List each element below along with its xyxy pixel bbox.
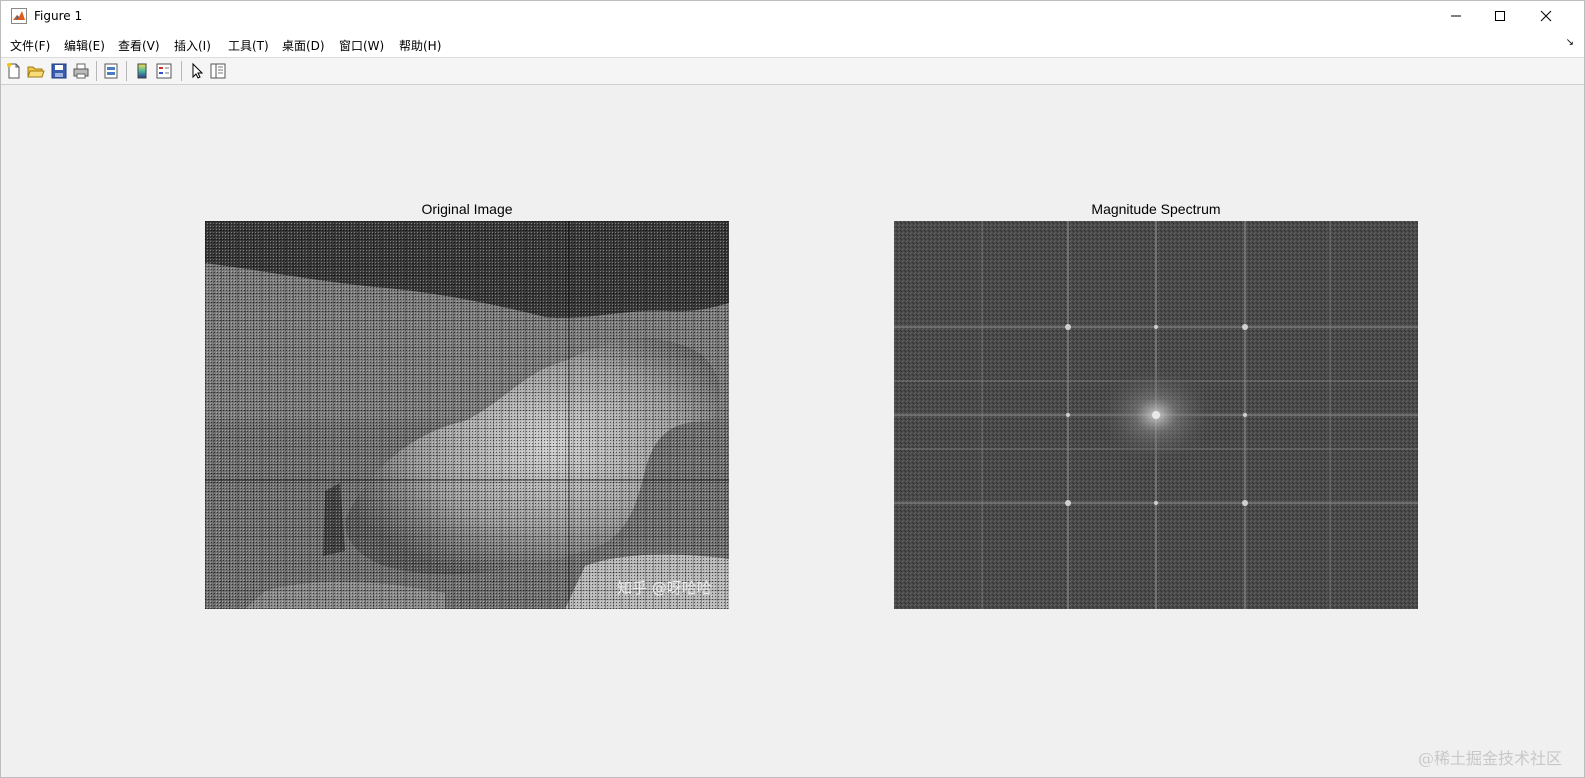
magnitude-spectrum-image [894,221,1418,609]
save-icon[interactable] [50,62,68,80]
toolbar-separator [96,61,97,81]
toolbar-separator [126,61,127,81]
window-title: Figure 1 [34,9,83,23]
original-image-title: Original Image [421,201,513,217]
magnitude-spectrum-axes[interactable] [894,221,1418,609]
menu-bar: 文件(F) 编辑(E) 查看(V) 插入(I) 工具(T) 桌面(D) 窗口(W… [1,31,1584,58]
new-figure-icon[interactable] [5,62,23,80]
toolbar [1,58,1584,85]
menu-tools[interactable]: 工具(T) [228,37,269,54]
figure-window: Figure 1 文件(F) 编辑(E) 查看(V) 插入(I) 工具(T) 桌… [0,0,1585,778]
minimize-icon [1451,15,1461,17]
toolbar-separator [181,61,182,81]
menu-window[interactable]: 窗口(W) [339,37,384,54]
matlab-icon [11,8,27,24]
magnitude-spectrum-title: Magnitude Spectrum [1091,201,1221,217]
title-bar[interactable]: Figure 1 [1,1,1584,31]
menu-insert[interactable]: 插入(I) [174,37,211,54]
close-icon [1540,10,1552,22]
original-image: 知乎 @呀哈哈 [205,221,729,609]
legend-icon[interactable] [155,62,173,80]
minimize-button[interactable] [1433,1,1479,31]
menu-file[interactable]: 文件(F) [10,37,50,54]
page-watermark: @稀土掘金技术社区 [1417,749,1562,768]
image-watermark: 知乎 @呀哈哈 [617,579,712,597]
property-inspector-icon[interactable] [209,62,227,80]
dock-arrow-icon[interactable]: ↘ [1566,37,1574,48]
maximize-icon [1495,11,1505,21]
menu-help[interactable]: 帮助(H) [399,37,441,54]
menu-view[interactable]: 查看(V) [118,37,160,54]
maximize-button[interactable] [1477,1,1523,31]
open-file-icon[interactable] [27,62,45,80]
print-icon[interactable] [72,62,90,80]
colorbar-icon[interactable] [133,62,151,80]
close-button[interactable] [1523,1,1569,31]
menu-desktop[interactable]: 桌面(D) [282,37,325,54]
original-image-axes[interactable]: 知乎 @呀哈哈 [205,221,729,609]
print-preview-icon[interactable] [102,62,120,80]
pointer-icon[interactable] [188,62,206,80]
menu-edit[interactable]: 编辑(E) [64,37,105,54]
